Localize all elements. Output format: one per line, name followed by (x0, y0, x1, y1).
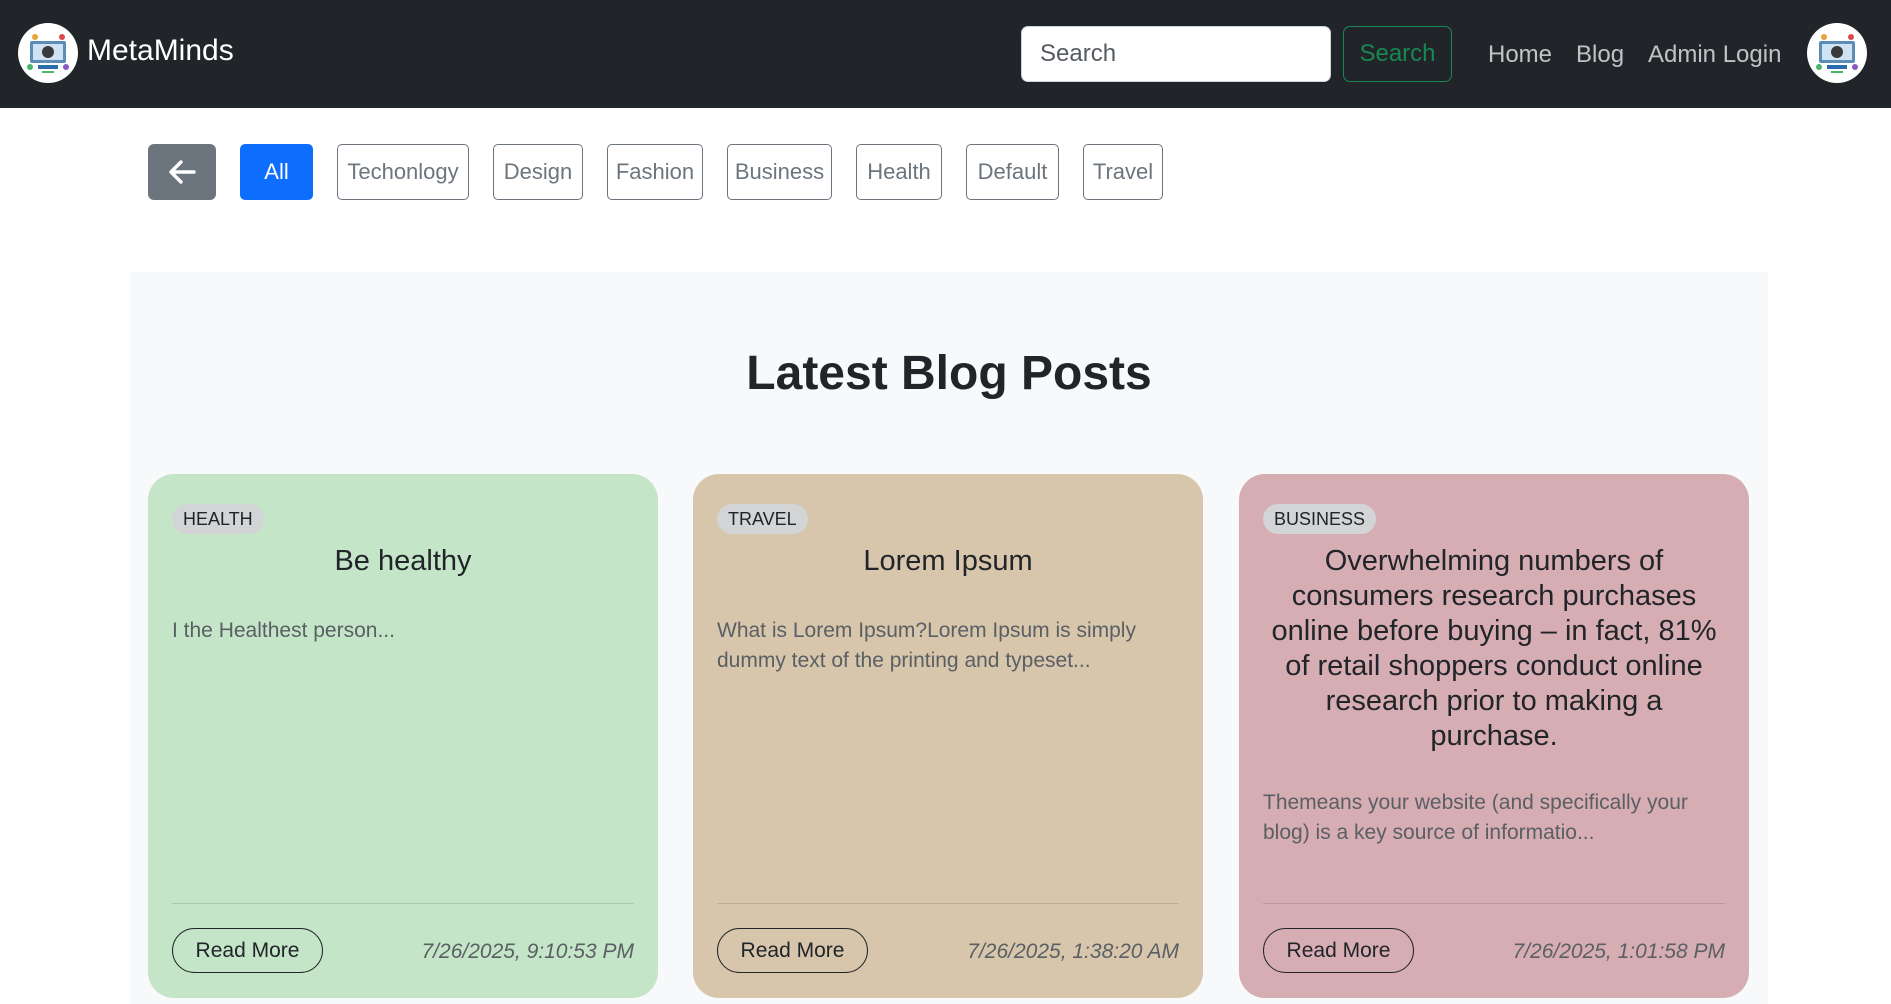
post-title: Be healthy (334, 545, 472, 577)
post-date: 7/26/2025, 9:10:53 PM (421, 940, 635, 963)
section-title: Latest Blog Posts (746, 347, 1152, 400)
arrow-left-icon (169, 160, 196, 184)
post-excerpt: I the Healthest person... (172, 619, 395, 642)
filter-techonlogy[interactable]: Techonlogy (337, 144, 469, 200)
read-more-button[interactable]: Read More (717, 928, 868, 973)
post-card: TRAVEL Lorem Ipsum What is Lorem Ipsum?L… (693, 474, 1203, 998)
filter-business[interactable]: Business (727, 144, 832, 200)
navbar: MetaMinds Search Home Blog Admin Login (0, 0, 1891, 108)
filter-all[interactable]: All (240, 144, 313, 200)
card-divider (172, 903, 634, 904)
card-divider (717, 903, 1179, 904)
post-title: Overwhelming numbers of consumers resear… (1271, 545, 1717, 752)
filter-travel[interactable]: Travel (1083, 144, 1163, 200)
category-badge: BUSINESS (1263, 504, 1377, 534)
post-excerpt: What is Lorem Ipsum?Lorem Ipsum is simpl… (717, 619, 1136, 672)
read-more-button[interactable]: Read More (172, 928, 323, 973)
filter-fashion[interactable]: Fashion (607, 144, 703, 200)
post-title: Lorem Ipsum (863, 545, 1033, 577)
post-date: 7/26/2025, 1:38:20 AM (967, 940, 1179, 963)
filter-health[interactable]: Health (856, 144, 942, 200)
user-avatar-icon[interactable] (1807, 23, 1867, 83)
read-more-button[interactable]: Read More (1263, 928, 1414, 973)
nav-link-admin-login[interactable]: Admin Login (1648, 40, 1781, 70)
brand-name[interactable]: MetaMinds (87, 32, 234, 70)
back-button[interactable] (148, 144, 216, 200)
card-divider (1263, 903, 1725, 904)
search-input[interactable] (1021, 26, 1331, 82)
filter-default[interactable]: Default (966, 144, 1059, 200)
category-badge: HEALTH (172, 504, 264, 534)
post-excerpt: Themeans your website (and specifically … (1263, 791, 1688, 844)
post-card: BUSINESS Overwhelming numbers of consume… (1239, 474, 1749, 998)
category-badge: TRAVEL (717, 504, 808, 534)
post-date: 7/26/2025, 1:01:58 PM (1512, 940, 1726, 963)
search-button[interactable]: Search (1343, 26, 1452, 82)
brand-logo-icon[interactable] (18, 23, 78, 83)
nav-link-blog[interactable]: Blog (1576, 40, 1624, 70)
nav-link-home[interactable]: Home (1488, 40, 1552, 70)
filter-design[interactable]: Design (493, 144, 583, 200)
post-card: HEALTH Be healthy I the Healthest person… (148, 474, 658, 998)
